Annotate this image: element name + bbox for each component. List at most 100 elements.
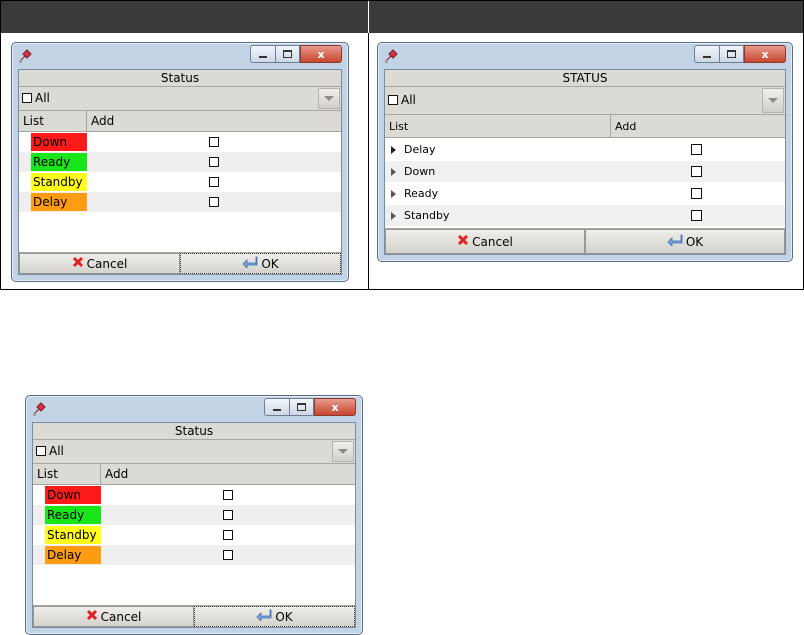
expander-icon[interactable] [391, 168, 396, 176]
list-item[interactable]: Delay [19, 192, 341, 212]
comparison-header-row [1, 1, 803, 33]
minimize-button[interactable] [694, 45, 719, 63]
cancel-x-icon [86, 609, 98, 624]
add-checkbox[interactable] [223, 510, 233, 520]
add-checkbox[interactable] [691, 144, 702, 155]
chevron-down-icon [768, 98, 778, 103]
comparison-header-divider [368, 1, 369, 33]
dialog-title: Status [33, 423, 355, 440]
status-chip-delay: Delay [31, 193, 87, 211]
close-icon: x [317, 47, 325, 61]
add-checkbox[interactable] [691, 188, 702, 199]
all-checkbox[interactable] [22, 93, 32, 103]
maximize-button[interactable] [289, 398, 314, 416]
cancel-button[interactable]: Cancel [19, 253, 180, 274]
tree-item[interactable]: Ready [385, 183, 785, 205]
all-checkbox[interactable] [388, 95, 398, 105]
all-label: All [35, 91, 50, 105]
add-checkbox[interactable] [209, 197, 219, 207]
column-header-list[interactable]: List [19, 111, 87, 132]
app-icon [32, 402, 46, 416]
close-button[interactable]: x [300, 45, 342, 63]
add-checkbox[interactable] [691, 210, 702, 221]
tree-item-label: Ready [404, 187, 439, 200]
cancel-label: Cancel [472, 234, 513, 249]
expander-icon[interactable] [391, 212, 396, 220]
dropdown-button[interactable] [318, 88, 340, 109]
list-item[interactable]: Ready [19, 152, 341, 172]
cancel-label: Cancel [100, 609, 142, 624]
close-button[interactable]: x [744, 45, 786, 63]
minimize-button[interactable] [264, 398, 289, 416]
status-dialog-bottom: x Status All List Add Down Ready Standby [25, 395, 363, 635]
add-checkbox[interactable] [223, 550, 233, 560]
add-checkbox[interactable] [209, 157, 219, 167]
ok-button[interactable]: OK [585, 229, 785, 254]
expander-icon[interactable] [391, 190, 396, 198]
status-chip-ready: Ready [31, 153, 87, 171]
column-header-add[interactable]: Add [87, 111, 341, 132]
close-icon: x [761, 47, 769, 61]
chevron-down-icon [338, 449, 348, 454]
all-filter-row: All [33, 440, 355, 464]
ok-label: OK [275, 609, 293, 624]
tree-item[interactable]: Delay [385, 139, 785, 161]
dropdown-button[interactable] [332, 441, 354, 462]
list-item[interactable]: Ready [33, 505, 355, 525]
dialog-client-area: Status All List Add Down Ready Standby D… [18, 69, 342, 275]
status-chip-standby: Standby [31, 173, 87, 191]
add-checkbox[interactable] [223, 490, 233, 500]
button-bar: Cancel OK [385, 228, 785, 254]
ok-button[interactable]: OK [194, 606, 355, 627]
list-item[interactable]: Standby [19, 172, 341, 192]
column-header-row: List Add [385, 115, 785, 138]
column-header-row: List Add [19, 111, 341, 132]
column-header-add[interactable]: Add [101, 464, 355, 485]
expander-icon[interactable] [391, 146, 396, 154]
minimize-icon [259, 56, 267, 58]
list-item[interactable]: Down [19, 132, 341, 152]
maximize-button[interactable] [719, 45, 744, 63]
add-checkbox[interactable] [209, 177, 219, 187]
dialog-client-area: Status All List Add Down Ready Standby D… [32, 422, 356, 628]
cancel-button[interactable]: Cancel [385, 229, 585, 254]
minimize-icon [703, 56, 711, 58]
column-header-list[interactable]: List [33, 464, 101, 485]
tree-item[interactable]: Down [385, 161, 785, 183]
list-item[interactable]: Delay [33, 545, 355, 565]
cancel-button[interactable]: Cancel [33, 606, 194, 627]
status-dialog-top-left: x Status All List Add Down Ready Standby [11, 42, 349, 282]
comparison-column-divider [368, 33, 369, 289]
all-checkbox[interactable] [36, 446, 46, 456]
status-list: Down Ready Standby Delay [19, 132, 341, 212]
add-checkbox[interactable] [223, 530, 233, 540]
minimize-button[interactable] [250, 45, 275, 63]
status-dialog-top-right: x STATUS All List Add Delay Down Ready S… [377, 42, 793, 262]
titlebar[interactable]: x [26, 396, 362, 422]
list-item[interactable]: Standby [33, 525, 355, 545]
add-checkbox[interactable] [691, 166, 702, 177]
all-label: All [401, 93, 416, 107]
titlebar[interactable]: x [12, 43, 348, 69]
dropdown-button[interactable] [762, 88, 784, 113]
maximize-icon [283, 50, 292, 58]
column-header-add[interactable]: Add [611, 115, 785, 138]
close-button[interactable]: x [314, 398, 356, 416]
tree-item-label: Down [404, 165, 436, 178]
column-header-list[interactable]: List [385, 115, 611, 138]
column-header-row: List Add [33, 464, 355, 485]
status-chip-delay: Delay [45, 546, 101, 564]
status-chip-standby: Standby [45, 526, 101, 544]
list-item[interactable]: Down [33, 485, 355, 505]
tree-item-label: Delay [404, 143, 436, 156]
maximize-button[interactable] [275, 45, 300, 63]
app-icon [18, 49, 32, 63]
cancel-x-icon [457, 234, 469, 249]
add-checkbox[interactable] [209, 137, 219, 147]
all-filter-row: All [385, 87, 785, 115]
all-label: All [49, 444, 64, 458]
titlebar[interactable]: x [378, 43, 792, 69]
tree-item[interactable]: Standby [385, 205, 785, 227]
ok-button[interactable]: OK [180, 253, 341, 274]
dialog-client-area: STATUS All List Add Delay Down Ready Sta… [384, 69, 786, 255]
